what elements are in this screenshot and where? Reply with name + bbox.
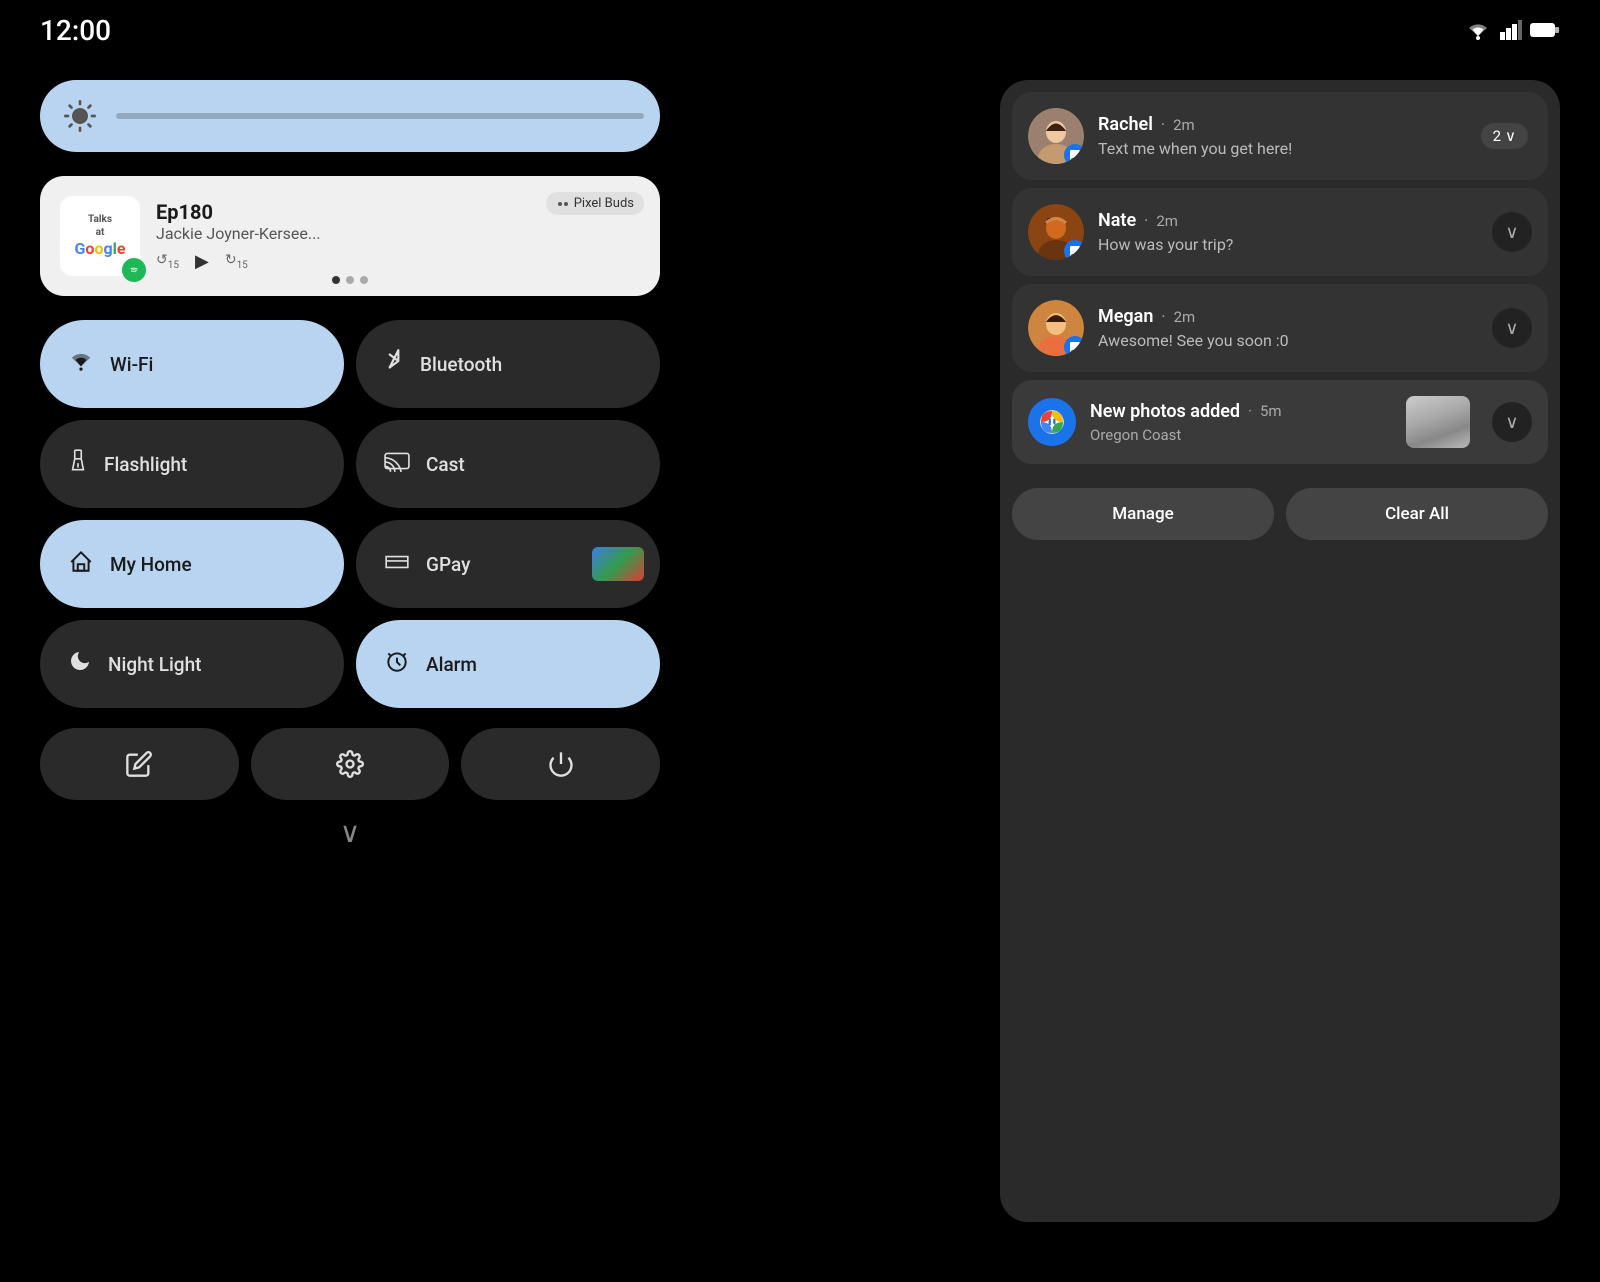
bottom-controls (40, 728, 660, 800)
message-badge-nate (1064, 240, 1084, 260)
gpay-tile[interactable]: GPay (356, 520, 660, 608)
notif-message-nate: How was your trip? (1098, 235, 1478, 254)
rewind-label: ↺15 (156, 252, 179, 271)
notification-rachel[interactable]: Rachel · 2m Text me when you get here! 2… (1012, 92, 1548, 180)
notif-content-nate: Nate · 2m How was your trip? (1098, 210, 1478, 254)
left-panel: Talksat Google Ep180 Jackie Joyner-Kerse… (40, 80, 660, 1222)
chevron-down-icon[interactable]: ∨ (40, 816, 660, 849)
pixel-buds-label: Pixel Buds (574, 196, 634, 211)
avatar-nate (1028, 204, 1084, 260)
notif-time-nate: 2m (1156, 212, 1178, 230)
notification-megan[interactable]: Megan · 2m Awesome! See you soon :0 ∨ (1012, 284, 1548, 372)
photos-thumbnail (1406, 396, 1470, 448)
flashlight-icon (68, 448, 88, 480)
photos-content: New photos added · 5m Oregon Coast (1090, 401, 1384, 444)
wifi-tile[interactable]: Wi-Fi (40, 320, 344, 408)
media-dots (332, 276, 368, 284)
home-icon (68, 549, 94, 579)
alarm-label: Alarm (426, 653, 477, 676)
clear-all-button[interactable]: Clear All (1286, 488, 1548, 540)
chevron-badge-icon: ∨ (1505, 127, 1516, 145)
expand-photos[interactable]: ∨ (1492, 402, 1532, 442)
status-bar: 12:00 (0, 0, 1600, 60)
count-number: 2 (1493, 127, 1501, 145)
settings-button[interactable] (251, 728, 450, 800)
notif-time-megan: 2m (1174, 308, 1196, 326)
gpay-icon (384, 550, 410, 578)
wifi-label: Wi-Fi (110, 353, 153, 376)
myhome-label: My Home (110, 553, 192, 576)
nightlight-label: Night Light (108, 653, 201, 676)
myhome-tile[interactable]: My Home (40, 520, 344, 608)
bluetooth-tile[interactable]: Bluetooth (356, 320, 660, 408)
expand-megan[interactable]: ∨ (1492, 308, 1532, 348)
spotify-badge (122, 258, 146, 282)
quick-tiles-grid: Wi-Fi Bluetooth Flashlight (40, 320, 660, 708)
gpay-card-preview (592, 547, 644, 581)
brightness-icon (56, 92, 104, 140)
alarm-tile[interactable]: Alarm (356, 620, 660, 708)
notification-nate[interactable]: Nate · 2m How was your trip? ∨ (1012, 188, 1548, 276)
photos-icon (1028, 398, 1076, 446)
status-time: 12:00 (40, 14, 111, 47)
cast-label: Cast (426, 453, 465, 476)
photos-time: 5m (1260, 402, 1282, 420)
flashlight-label: Flashlight (104, 453, 187, 476)
notif-header-megan: Megan · 2m (1098, 306, 1478, 327)
photos-subtitle: Oregon Coast (1090, 426, 1384, 444)
edit-button[interactable] (40, 728, 239, 800)
notif-name-nate: Nate (1098, 210, 1136, 231)
notif-content-megan: Megan · 2m Awesome! See you soon :0 (1098, 306, 1478, 350)
nightlight-tile[interactable]: Night Light (40, 620, 344, 708)
alarm-icon (384, 648, 410, 680)
bluetooth-icon (384, 348, 404, 380)
notification-actions: Manage Clear All (1000, 476, 1560, 552)
pixel-buds-badge: Pixel Buds (546, 192, 644, 215)
status-icons (1464, 20, 1560, 40)
notif-name-megan: Megan (1098, 306, 1153, 327)
notif-message-rachel: Text me when you get here! (1098, 139, 1467, 158)
brightness-track (116, 113, 644, 119)
notif-header-nate: Nate · 2m (1098, 210, 1478, 231)
notif-time-rachel: 2m (1173, 116, 1195, 134)
notifications-list: Rachel · 2m Text me when you get here! 2… (1000, 80, 1560, 476)
notif-name-rachel: Rachel (1098, 114, 1153, 135)
photos-header: New photos added · 5m (1090, 401, 1384, 422)
power-button[interactable] (461, 728, 660, 800)
avatar-megan (1028, 300, 1084, 356)
wifi-status-icon (1464, 20, 1492, 40)
photos-notification[interactable]: New photos added · 5m Oregon Coast ∨ (1012, 380, 1548, 464)
media-controls[interactable]: ↺15 ▶ ↻15 (156, 251, 640, 272)
message-badge-megan (1064, 336, 1084, 356)
expand-nate[interactable]: ∨ (1492, 212, 1532, 252)
avatar-rachel (1028, 108, 1084, 164)
gpay-label: GPay (426, 553, 470, 576)
notif-content-rachel: Rachel · 2m Text me when you get here! (1098, 114, 1467, 158)
battery-icon (1530, 20, 1560, 40)
media-card[interactable]: Talksat Google Ep180 Jackie Joyner-Kerse… (40, 176, 660, 296)
notif-message-megan: Awesome! See you soon :0 (1098, 331, 1478, 350)
cast-tile[interactable]: Cast (356, 420, 660, 508)
album-art: Talksat Google (60, 196, 140, 276)
count-badge-rachel[interactable]: 2 ∨ (1481, 123, 1528, 149)
media-artist: Jackie Joyner-Kersee... (156, 224, 640, 243)
wifi-icon (68, 350, 94, 378)
flashlight-tile[interactable]: Flashlight (40, 420, 344, 508)
moon-icon (68, 649, 92, 679)
forward-label: ↻15 (225, 252, 248, 271)
message-badge-rachel (1064, 144, 1084, 164)
cast-icon (384, 450, 410, 478)
notif-header-rachel: Rachel · 2m (1098, 114, 1467, 135)
photos-title: New photos added (1090, 401, 1240, 422)
brightness-slider[interactable] (40, 80, 660, 152)
manage-button[interactable]: Manage (1012, 488, 1274, 540)
signal-icon (1500, 20, 1522, 40)
bluetooth-label: Bluetooth (420, 353, 502, 376)
play-button[interactable]: ▶ (195, 251, 209, 272)
notifications-panel: Rachel · 2m Text me when you get here! 2… (1000, 80, 1560, 1222)
